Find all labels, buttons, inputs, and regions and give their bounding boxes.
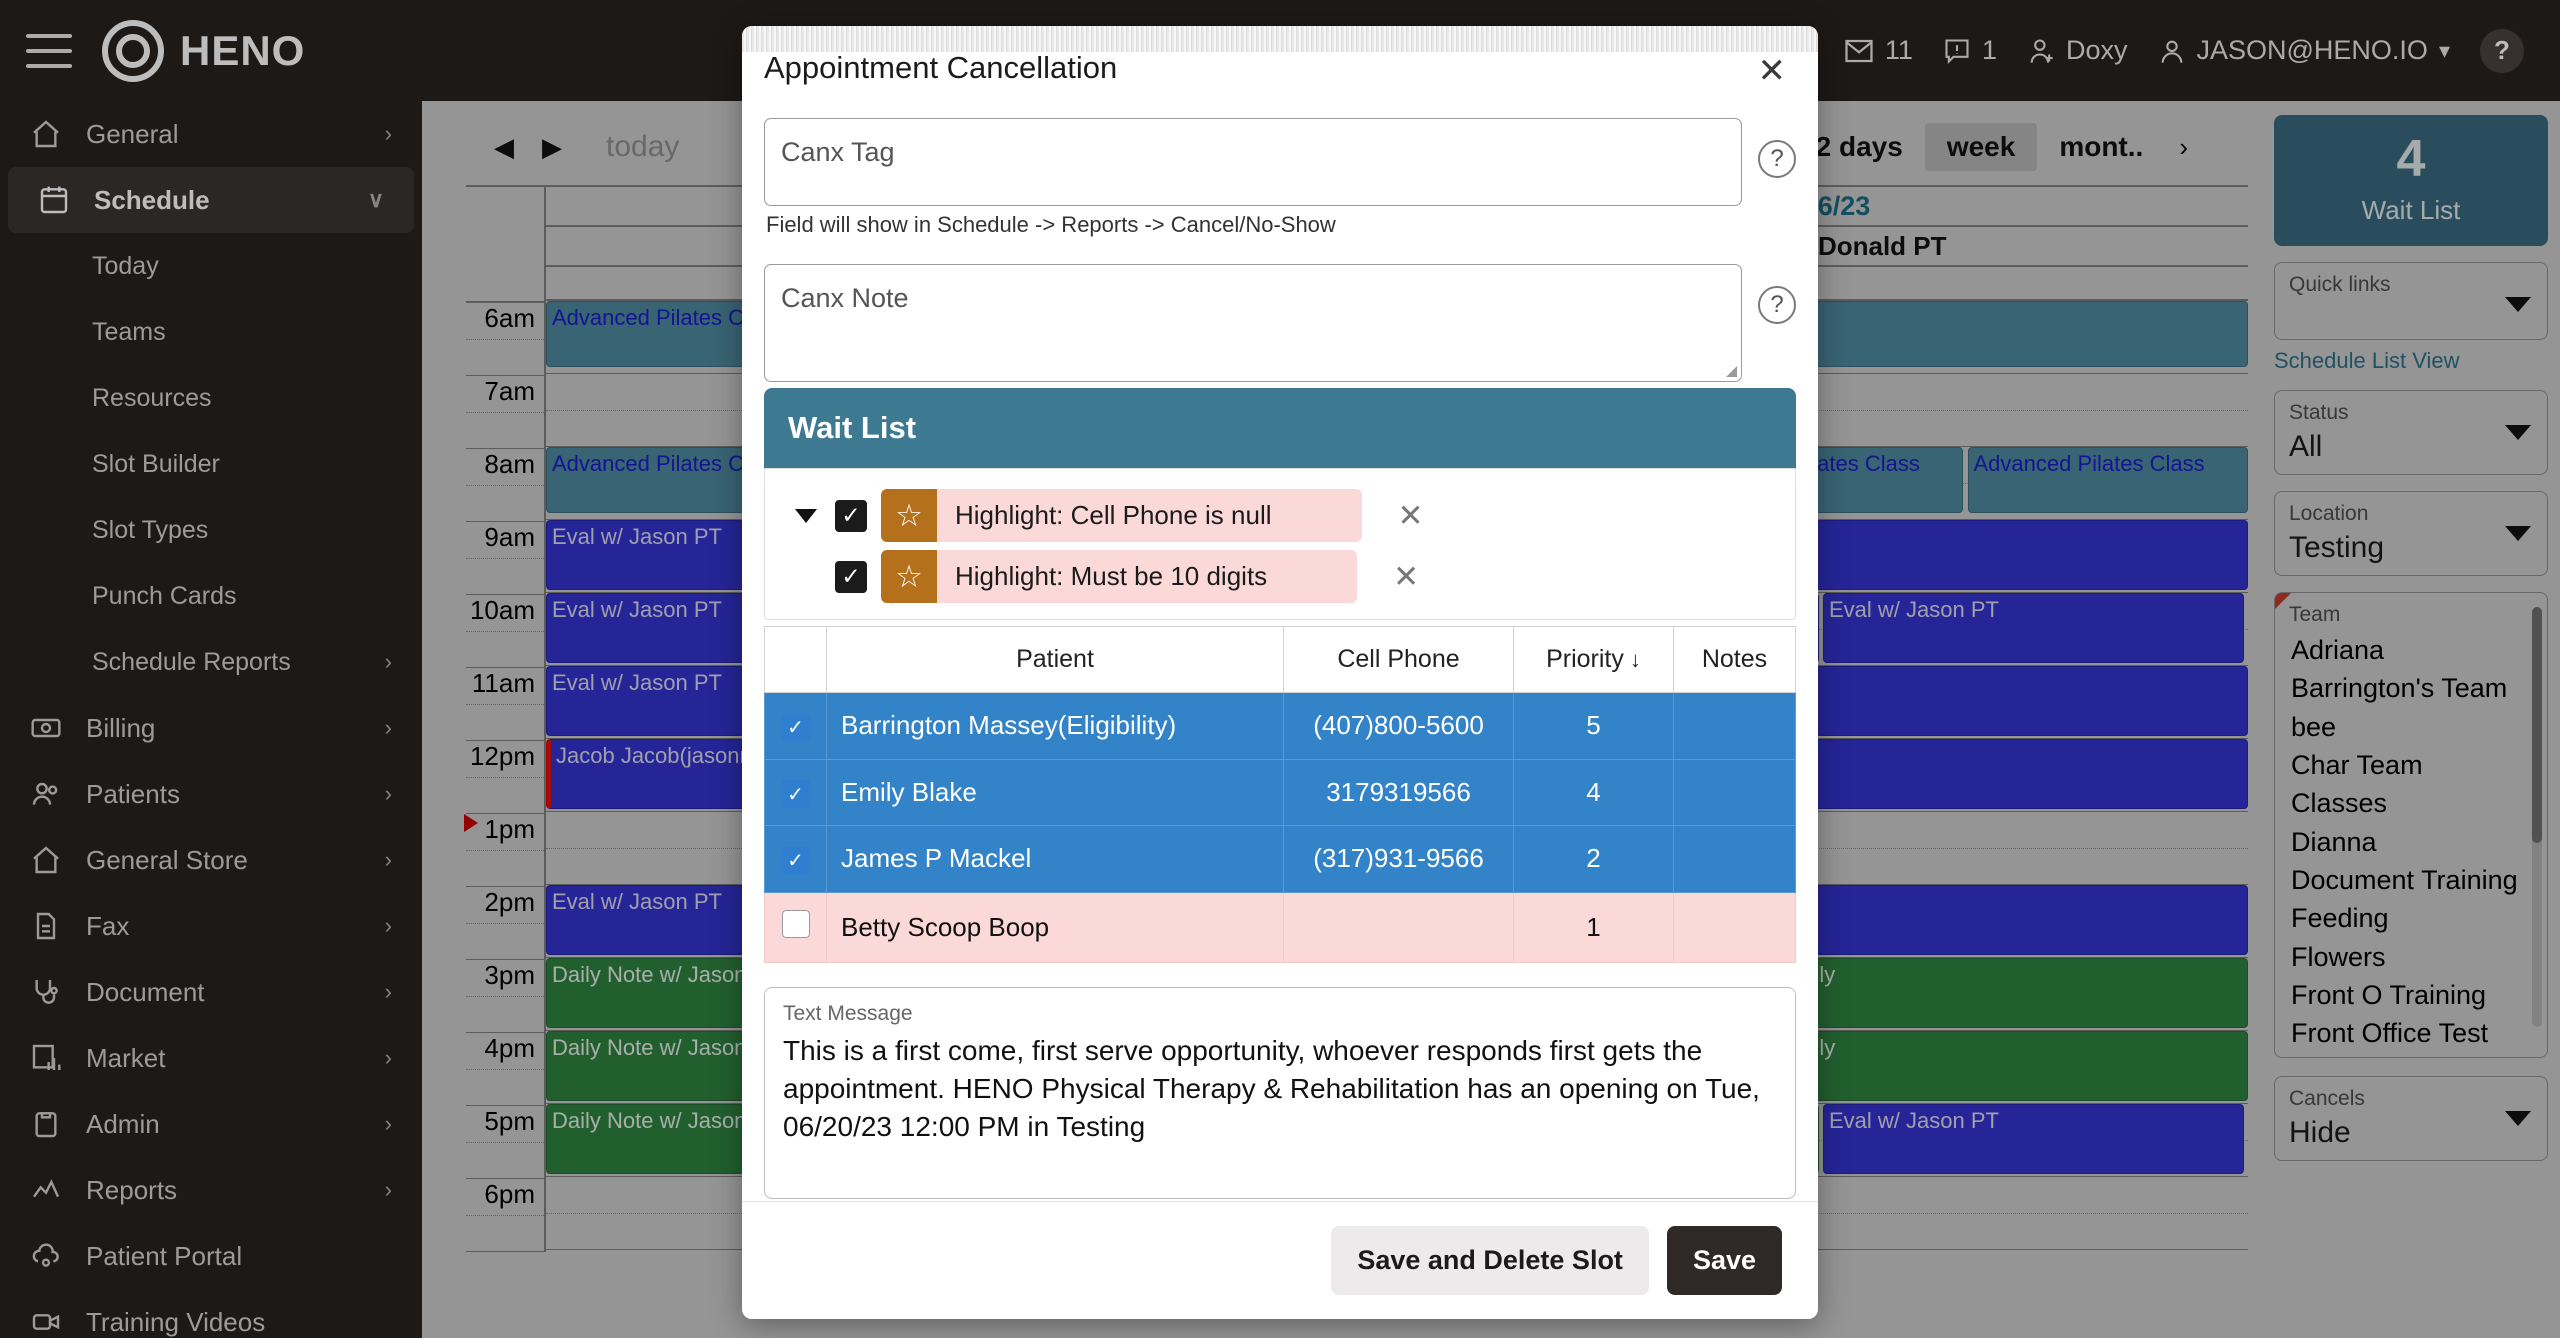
- cell-phone: 3179319566: [1283, 758, 1514, 826]
- remove-rule-icon[interactable]: ✕: [1393, 559, 1419, 595]
- th-notes[interactable]: Notes: [1673, 626, 1796, 693]
- rule-chip[interactable]: ☆ Highlight: Must be 10 digits: [881, 550, 1358, 603]
- appointment-cancellation-modal: Appointment Cancellation ✕ Canx Tag ? Fi…: [742, 26, 1818, 1319]
- modal-body: Canx Tag ? Field will show in Schedule -…: [742, 110, 1818, 1201]
- cell-phone: (407)800-5600: [1283, 692, 1514, 760]
- cell-patient: Barrington Massey(Eligibility): [826, 692, 1284, 760]
- rule-checkbox[interactable]: ✓: [835, 560, 867, 593]
- wait-list-section-title: Wait List: [764, 388, 1796, 468]
- cell-patient: Betty Scoop Boop: [826, 891, 1284, 963]
- cell-priority: 5: [1513, 692, 1674, 760]
- table-row[interactable]: ✓ James P Mackel (317)931-9566 2: [764, 825, 1796, 893]
- close-icon[interactable]: ✕: [1758, 54, 1787, 88]
- table-row[interactable]: ✓ Barrington Massey(Eligibility) (407)800-…: [764, 692, 1796, 760]
- wait-list-table: Patient Cell Phone Priority ↓ Notes ✓ Barr…: [764, 626, 1796, 963]
- canx-note-input[interactable]: Canx Note: [764, 264, 1742, 382]
- row-checkbox[interactable]: ✓: [781, 713, 810, 742]
- modal-title: Appointment Cancellation: [764, 50, 1118, 85]
- table-header-row: Patient Cell Phone Priority ↓ Notes: [764, 626, 1796, 693]
- canx-tag-row: Canx Tag ?: [764, 118, 1796, 206]
- help-icon[interactable]: ?: [1758, 140, 1796, 178]
- expand-triangle-icon[interactable]: [795, 508, 817, 523]
- cell-priority: 2: [1513, 825, 1674, 893]
- row-select-cell[interactable]: ✓: [764, 758, 827, 826]
- cell-notes: [1673, 891, 1796, 963]
- canx-tag-hint: Field will show in Schedule -> Reports -…: [766, 212, 1336, 237]
- row-select-cell[interactable]: ✓: [764, 692, 827, 760]
- table-row[interactable]: Betty Scoop Boop 1: [764, 891, 1796, 963]
- highlight-rules: ✓ ☆ Highlight: Cell Phone is null ✕ ✓ ☆ …: [764, 468, 1796, 620]
- save-button[interactable]: Save: [1666, 1226, 1782, 1295]
- sort-desc-icon: ↓: [1629, 647, 1641, 672]
- app-root: HENO New Tab 11 1: [0, 0, 2560, 1338]
- row-checkbox[interactable]: ✓: [781, 846, 810, 875]
- remove-rule-icon[interactable]: ✕: [1398, 498, 1424, 534]
- th-cell-phone[interactable]: Cell Phone: [1283, 626, 1514, 693]
- cell-phone: [1283, 891, 1514, 963]
- table-row[interactable]: ✓ Emily Blake 3179319566 4: [764, 758, 1796, 826]
- text-message-field[interactable]: Text Message This is a first come, first…: [764, 986, 1796, 1199]
- row-checkbox[interactable]: [781, 909, 810, 938]
- star-icon: ☆: [881, 550, 937, 603]
- highlight-rule-row: ✓ ☆ Highlight: Must be 10 digits ✕: [765, 546, 1795, 607]
- cell-patient: Emily Blake: [826, 758, 1284, 826]
- rule-checkbox[interactable]: ✓: [835, 499, 867, 532]
- th-priority[interactable]: Priority ↓: [1513, 626, 1674, 693]
- modal-header: Appointment Cancellation ✕: [742, 26, 1818, 110]
- row-select-cell[interactable]: ✓: [764, 825, 827, 893]
- star-icon: ☆: [881, 489, 937, 542]
- canx-tag-input[interactable]: Canx Tag: [764, 118, 1742, 206]
- rule-label: Highlight: Cell Phone is null: [937, 489, 1362, 542]
- th-select: [764, 626, 827, 693]
- row-checkbox[interactable]: ✓: [781, 780, 810, 808]
- text-message-label: Text Message: [783, 1001, 913, 1025]
- rule-chip[interactable]: ☆ Highlight: Cell Phone is null: [881, 489, 1362, 542]
- row-select-cell[interactable]: [764, 891, 827, 963]
- cell-priority: 4: [1513, 758, 1674, 826]
- cell-notes: [1673, 758, 1796, 826]
- cell-patient: James P Mackel: [826, 825, 1284, 893]
- cell-notes: [1673, 692, 1796, 760]
- cell-priority: 1: [1513, 891, 1674, 963]
- text-message-body: This is a first come, first serve opport…: [783, 1034, 1760, 1143]
- rule-label: Highlight: Must be 10 digits: [937, 550, 1358, 603]
- th-priority-label: Priority: [1546, 645, 1624, 673]
- highlight-rule-row: ✓ ☆ Highlight: Cell Phone is null ✕: [765, 485, 1795, 546]
- canx-note-row: Canx Note ?: [764, 264, 1796, 382]
- cell-phone: (317)931-9566: [1283, 825, 1514, 893]
- help-icon[interactable]: ?: [1758, 286, 1796, 324]
- th-patient[interactable]: Patient: [826, 626, 1284, 693]
- save-and-delete-slot-button[interactable]: Save and Delete Slot: [1331, 1226, 1649, 1295]
- modal-footer: Save and Delete Slot Save: [742, 1201, 1818, 1319]
- cell-notes: [1673, 825, 1796, 893]
